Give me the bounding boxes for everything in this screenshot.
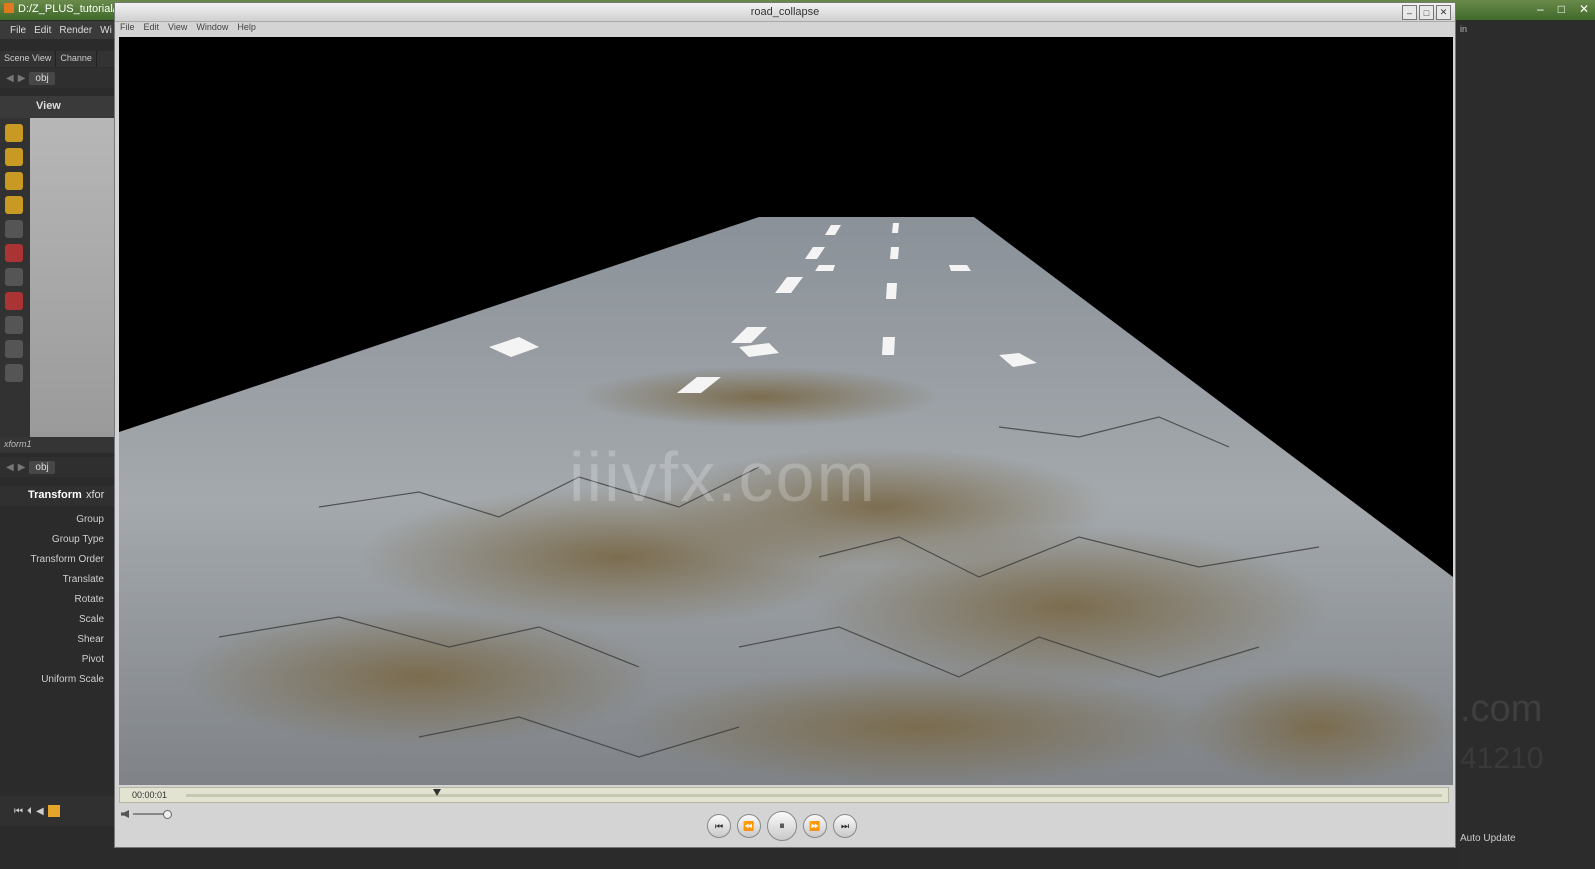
flipbook-title: road_collapse: [750, 6, 820, 18]
road-render: [119, 217, 1453, 785]
param-back-arrow-icon[interactable]: ◀: [6, 462, 14, 473]
move-tool-icon[interactable]: [5, 244, 23, 262]
menu-render[interactable]: Render: [59, 25, 92, 36]
flipbook-menubar: File Edit View Window Help: [115, 22, 1460, 36]
param-transform-order: Transform Order: [30, 554, 104, 565]
param-scale: Scale: [78, 614, 104, 625]
param-forward-arrow-icon[interactable]: ▶: [18, 462, 26, 473]
param-path-obj[interactable]: obj: [29, 460, 55, 474]
host-playbar: ⏮ ⏴ ◀: [0, 796, 116, 826]
pane-tabs: Scene View Channe: [0, 51, 116, 67]
select-mode-icon[interactable]: [5, 148, 23, 166]
back-arrow-icon[interactable]: ◀: [6, 73, 14, 84]
menu-file[interactable]: File: [10, 25, 26, 36]
timeline-track[interactable]: [186, 794, 1442, 797]
param-group: Group: [76, 514, 104, 525]
scale-tool-icon[interactable]: [5, 292, 23, 310]
scene-viewport[interactable]: [30, 118, 116, 438]
pause-button[interactable]: ⏸: [767, 811, 797, 841]
param-translate: Translate: [62, 574, 104, 585]
stop-icon[interactable]: [47, 805, 60, 817]
node-type: Transform: [28, 489, 82, 501]
play-reverse-icon[interactable]: ◀: [36, 806, 44, 817]
close-icon[interactable]: ✕: [1579, 2, 1589, 16]
forward-arrow-icon[interactable]: ▶: [18, 73, 26, 84]
param-pane-header: xform1: [0, 437, 116, 453]
fast-forward-button[interactable]: ⏩: [803, 814, 827, 838]
param-rotate: Rotate: [74, 594, 104, 605]
right-pane-label: in: [1460, 24, 1468, 34]
camera-tool-icon[interactable]: [5, 364, 23, 382]
watermark-right: .com: [1460, 688, 1543, 730]
go-to-end-button[interactable]: ⏭: [833, 814, 857, 838]
houdini-app-icon: [4, 3, 14, 13]
view-header: View: [0, 96, 116, 118]
playhead-marker[interactable]: [433, 789, 442, 796]
param-title: Transform xfor: [0, 486, 116, 506]
param-pane-label: xform1: [4, 439, 32, 449]
flipbook-window-controls: – □ ✕: [1402, 5, 1451, 20]
tab-channels[interactable]: Channe: [56, 51, 97, 67]
flipbook-restore-icon[interactable]: □: [1419, 5, 1434, 20]
brush-tool-icon[interactable]: [5, 340, 23, 358]
flipbook-minimize-icon[interactable]: –: [1402, 5, 1417, 20]
host-menubar: File Edit Render Wi: [0, 21, 126, 39]
flipbook-window: road_collapse – □ ✕ File Edit View Windo…: [114, 2, 1456, 848]
flipbook-title-bar: road_collapse – □ ✕: [115, 3, 1455, 22]
rewind-button[interactable]: ⏪: [737, 814, 761, 838]
scene-path-bar: ◀ ▶ obj: [0, 68, 116, 88]
tab-scene-view[interactable]: Scene View: [0, 51, 57, 67]
select-arrow-icon[interactable]: [5, 220, 23, 238]
fb-menu-view[interactable]: View: [168, 22, 187, 36]
node-name[interactable]: xfor: [86, 489, 104, 501]
volume-slider[interactable]: [133, 810, 172, 819]
tool-strip: [0, 118, 30, 438]
param-uniform-scale: Uniform Scale: [41, 674, 104, 685]
flipbook-watermark: iiivfx.com: [569, 438, 877, 516]
path-obj[interactable]: obj: [29, 71, 55, 85]
go-to-start-button[interactable]: ⏮: [707, 814, 731, 838]
timeline-bar[interactable]: 00:00:01: [119, 787, 1449, 803]
view-tool-icon[interactable]: [5, 124, 23, 142]
menu-window[interactable]: Wi: [100, 25, 112, 36]
handle-tool-icon[interactable]: [5, 316, 23, 334]
menu-edit[interactable]: Edit: [34, 25, 51, 36]
fb-menu-help[interactable]: Help: [237, 22, 256, 36]
transport-controls: ⏮ ⏪ ⏸ ⏩ ⏭: [707, 811, 857, 841]
host-title-text: D:/Z_PLUS_tutorial/ro: [18, 3, 126, 15]
host-window-controls: – □ ✕: [1537, 2, 1589, 16]
volume-control: [121, 810, 172, 819]
view-label: View: [36, 100, 61, 112]
rotate-tool-icon[interactable]: [5, 268, 23, 286]
step-back-icon[interactable]: ⏴: [27, 806, 32, 817]
speaker-icon[interactable]: [121, 810, 129, 818]
fb-menu-file[interactable]: File: [120, 22, 135, 36]
minimize-icon[interactable]: –: [1537, 2, 1544, 16]
param-group-type: Group Type: [51, 534, 104, 545]
maximize-icon[interactable]: □: [1558, 2, 1565, 16]
flipbook-close-icon[interactable]: ✕: [1436, 5, 1451, 20]
flipbook-viewport[interactable]: iiivfx.com: [119, 37, 1453, 785]
param-pivot: Pivot: [81, 654, 104, 665]
watermark-right-number: 41210: [1460, 742, 1544, 775]
object-mode-icon[interactable]: [5, 196, 23, 214]
timecode: 00:00:01: [132, 790, 168, 800]
param-path-bar: ◀ ▶ obj: [0, 457, 116, 477]
jump-start-icon[interactable]: ⏮: [14, 806, 23, 817]
parameter-list: Group Group Type Transform Order Transla…: [0, 510, 104, 690]
param-shear: Shear: [77, 634, 104, 645]
fb-menu-window[interactable]: Window: [196, 22, 228, 36]
points-mode-icon[interactable]: [5, 172, 23, 190]
auto-update-label[interactable]: Auto Update: [1460, 833, 1516, 844]
volume-knob[interactable]: [163, 810, 172, 819]
fb-menu-edit[interactable]: Edit: [144, 22, 160, 36]
